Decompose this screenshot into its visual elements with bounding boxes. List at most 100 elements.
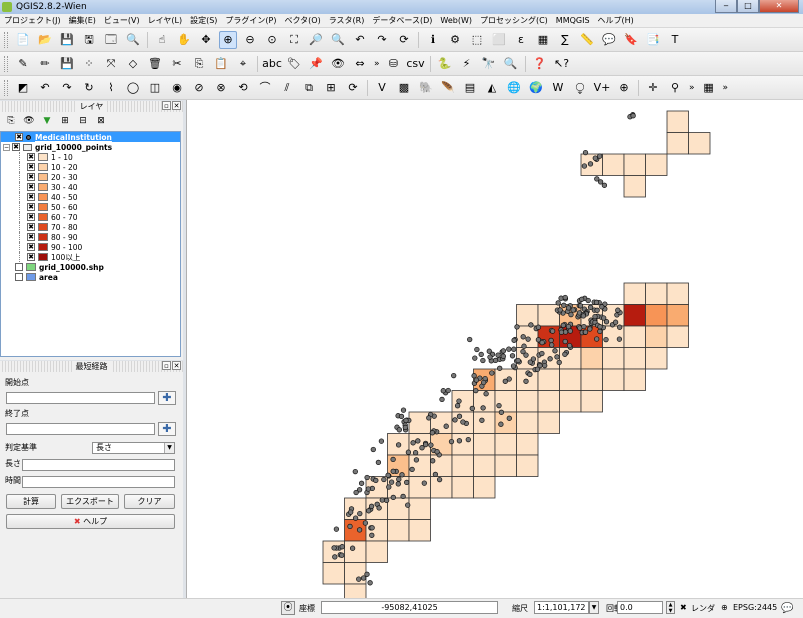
medical-institution-point[interactable] [339, 544, 345, 550]
layer-medical-institution[interactable]: ✖ MedicalInstitution [1, 132, 180, 142]
grid-cell[interactable] [602, 368, 625, 391]
legend-class-row[interactable]: ✖ 60 - 70 [1, 212, 180, 222]
medical-institution-point[interactable] [331, 545, 337, 551]
medical-institution-point[interactable] [369, 532, 375, 538]
cut-features-icon[interactable]: ✂ [168, 55, 186, 73]
grid-cell[interactable] [473, 433, 496, 456]
toolbar-overflow[interactable]: » [374, 59, 380, 69]
medical-institution-point[interactable] [469, 405, 475, 412]
grid-cell[interactable] [451, 433, 474, 456]
medical-institution-point[interactable] [383, 497, 390, 504]
medical-institution-point[interactable] [577, 303, 584, 309]
help-icon[interactable]: ❓ [531, 55, 549, 73]
medical-institution-point[interactable] [434, 449, 440, 455]
grid-cell[interactable] [387, 519, 410, 542]
medical-institution-point[interactable] [509, 353, 516, 359]
split-parts-icon[interactable]: ⫽ [278, 79, 296, 97]
medical-institution-point[interactable] [562, 294, 568, 301]
grid-cell[interactable] [494, 454, 517, 477]
medical-institution-point[interactable] [388, 479, 395, 485]
medical-institution-point[interactable] [390, 494, 396, 501]
grid-cell[interactable] [559, 390, 582, 413]
medical-institution-point[interactable] [460, 419, 466, 425]
new-spatialite-layer-icon[interactable]: ⊕ [615, 79, 633, 97]
legend-class-row[interactable]: ✖ 20 - 30 [1, 172, 180, 182]
grid-cell[interactable] [580, 390, 603, 413]
show-bookmarks-icon[interactable]: 📑 [644, 31, 662, 49]
medical-institution-point[interactable] [535, 324, 542, 330]
digitizing-tools-icon[interactable]: ⚡ [458, 55, 476, 73]
fill-ring-icon[interactable]: ◉ [168, 79, 186, 97]
pick-end-point-button[interactable]: ✚ [158, 422, 176, 436]
medical-institution-point[interactable] [413, 457, 420, 463]
touch-zoom-icon[interactable]: ☝ [153, 31, 171, 49]
measure-icon[interactable]: 📏 [578, 31, 596, 49]
medical-institution-point[interactable] [410, 440, 416, 446]
binoculars-icon[interactable]: 🔭 [480, 55, 498, 73]
menu-item[interactable]: プラグイン(P) [221, 15, 280, 26]
statistics-icon[interactable]: ∑ [556, 31, 574, 49]
medical-institution-point[interactable] [542, 362, 548, 369]
medical-institution-point[interactable] [403, 417, 409, 424]
medical-institution-point[interactable] [400, 493, 406, 500]
medical-institution-point[interactable] [548, 337, 554, 344]
new-vector-layer-icon[interactable]: V+ [593, 79, 611, 97]
legend-class-row[interactable]: ✖ 50 - 60 [1, 202, 180, 212]
close-panel-icon[interactable]: ✕ [172, 361, 181, 370]
medical-institution-point[interactable] [601, 182, 608, 188]
menu-item[interactable]: Web(W) [436, 16, 476, 25]
manage-visibility-icon[interactable]: 👁 [22, 114, 36, 128]
medical-institution-point[interactable] [348, 509, 354, 515]
coordinate-field[interactable]: -95082,41025 [321, 601, 498, 614]
medical-institution-point[interactable] [511, 346, 517, 352]
label-tool-icon[interactable]: abc [262, 55, 282, 73]
medical-institution-point[interactable] [454, 403, 461, 409]
zoom-in-icon[interactable]: ⊕ [219, 30, 237, 49]
medical-institution-point[interactable] [448, 438, 455, 445]
medical-institution-point[interactable] [530, 356, 537, 362]
medical-institution-point[interactable] [562, 351, 568, 357]
toolbar-grip[interactable] [4, 79, 8, 96]
grid-cell[interactable] [602, 153, 625, 176]
medical-institution-point[interactable] [528, 322, 534, 328]
medical-institution-point[interactable] [560, 322, 566, 328]
pan-map-icon[interactable]: ✋ [175, 31, 193, 49]
grid-cell[interactable] [408, 411, 431, 434]
medical-institution-point[interactable] [510, 363, 517, 369]
map-tips-icon[interactable]: 💬 [600, 31, 618, 49]
medical-institution-point[interactable] [404, 479, 410, 486]
add-delimited-text-icon[interactable]: ⛁ [385, 55, 403, 73]
zoom-to-selection-icon[interactable]: 🔎 [307, 31, 325, 49]
grid-cell[interactable] [537, 368, 560, 391]
class-visibility-checkbox[interactable]: ✖ [27, 163, 35, 171]
medical-institution-point[interactable] [582, 329, 589, 335]
criterion-select[interactable]: 長さ ▼ [92, 442, 175, 454]
medical-institution-point[interactable] [443, 423, 449, 429]
medical-institution-point[interactable] [426, 415, 432, 421]
medical-institution-point[interactable] [332, 554, 338, 560]
close-button[interactable]: ✕ [759, 0, 799, 13]
add-wms-layer-icon[interactable]: 🌐 [505, 79, 523, 97]
medical-institution-point[interactable] [362, 520, 369, 526]
zoom-out-icon[interactable]: ⊖ [241, 31, 259, 49]
medical-institution-point[interactable] [456, 438, 463, 444]
medical-institution-point[interactable] [523, 352, 529, 358]
collapse-icon[interactable]: − [3, 143, 10, 151]
menu-item[interactable]: ラスタ(R) [325, 15, 369, 26]
medical-institution-point[interactable] [525, 336, 531, 342]
medical-institution-point[interactable] [395, 442, 402, 448]
medical-institution-point[interactable] [368, 503, 375, 509]
grid-cell[interactable] [408, 476, 431, 499]
medical-institution-point[interactable] [561, 302, 567, 308]
chevron-down-icon[interactable]: ▼ [589, 601, 599, 614]
grid-cell[interactable] [494, 411, 517, 434]
medical-institution-point[interactable] [557, 307, 563, 313]
medical-institution-point[interactable] [409, 466, 415, 473]
grid-cell[interactable] [451, 476, 474, 499]
merge-features-icon[interactable]: ⧉ [300, 79, 318, 97]
medical-institution-point[interactable] [467, 336, 473, 343]
delete-selected-icon[interactable]: 🗑 [146, 55, 164, 73]
medical-institution-point[interactable] [587, 326, 593, 332]
class-visibility-checkbox[interactable]: ✖ [27, 253, 35, 261]
refresh-icon[interactable]: ⟳ [395, 31, 413, 49]
